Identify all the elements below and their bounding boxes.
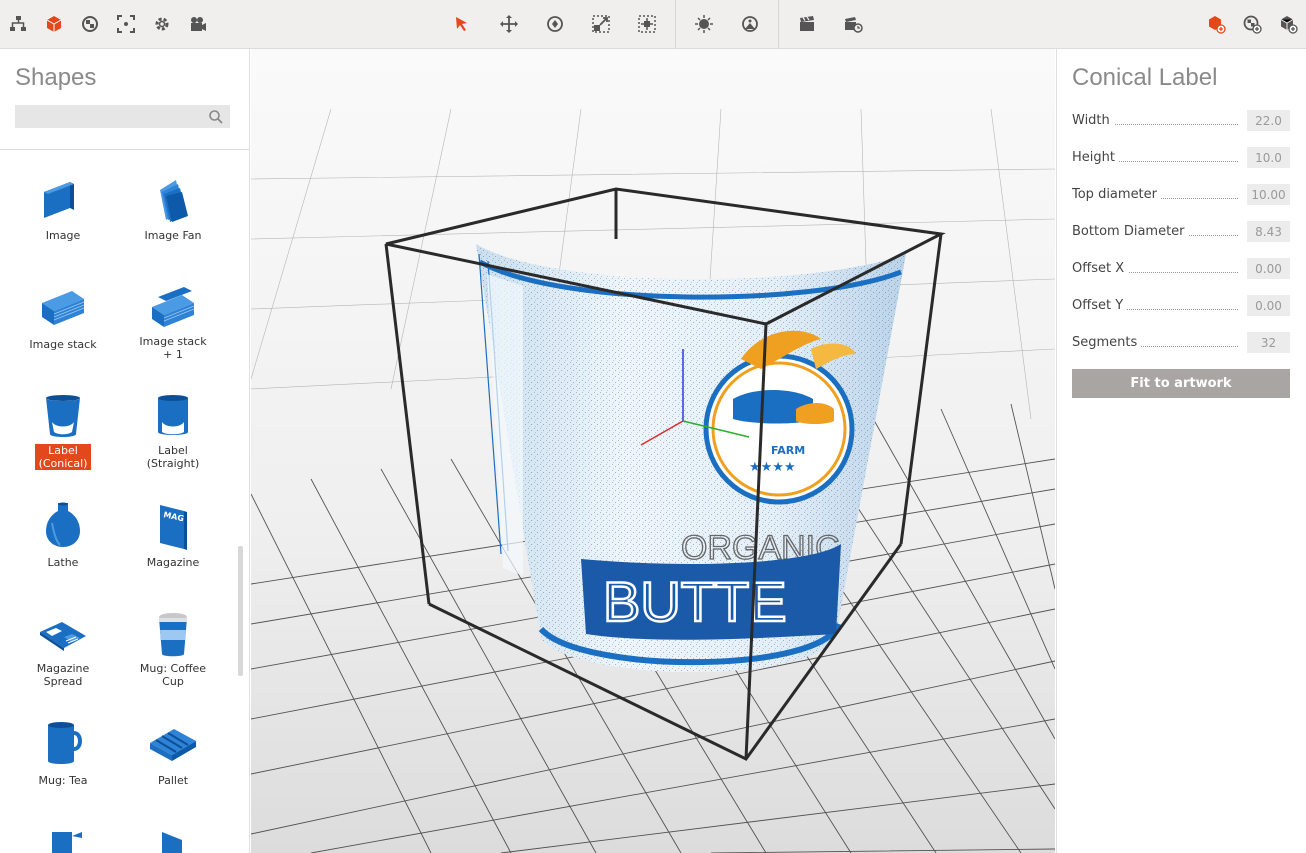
align-icon[interactable] — [632, 8, 662, 40]
bottom-diameter-field[interactable] — [1247, 221, 1290, 242]
shape-item-tea-mug[interactable]: Mug: Tea — [13, 719, 113, 788]
shape-item-coffee-cup[interactable]: Mug: Coffee Cup — [123, 610, 223, 689]
prop-row-offset-x: Offset X — [1072, 258, 1290, 280]
shape-label: Mug: Coffee Cup — [139, 662, 207, 688]
label-butter-text: BUTTE — [603, 570, 787, 633]
hierarchy-icon[interactable] — [3, 8, 33, 40]
logo-text: FARM — [771, 444, 805, 457]
prop-label: Segments — [1072, 335, 1142, 350]
shape-item-pallet[interactable]: Pallet — [123, 719, 223, 788]
image-icon — [44, 182, 74, 218]
prop-row-width: Width — [1072, 110, 1290, 132]
add-object-icon[interactable] — [1273, 8, 1303, 40]
image-stack-plus-icon — [152, 287, 195, 327]
shape-item-label-straight[interactable]: Label (Straight) — [123, 392, 223, 471]
prop-row-top-diameter: Top diameter — [1072, 184, 1290, 206]
shape-label: Label (Conical) — [34, 444, 92, 470]
shape-item-image-fan[interactable]: Image Fan — [123, 174, 223, 243]
fit-to-artwork-button[interactable]: Fit to artwork — [1072, 369, 1290, 398]
prop-label: Height — [1072, 150, 1119, 165]
prop-row-bottom-diameter: Bottom Diameter — [1072, 221, 1290, 243]
lathe-icon — [46, 502, 80, 547]
shape-item-partial[interactable] — [13, 826, 113, 853]
prop-label: Top diameter — [1072, 187, 1162, 202]
shapes-panel-title: Shapes — [15, 64, 97, 91]
pallet-icon — [150, 729, 196, 761]
light-bulb-icon[interactable] — [689, 8, 719, 40]
prop-label: Offset X — [1072, 261, 1129, 276]
clapper-icon[interactable] — [792, 8, 822, 40]
frame-icon[interactable] — [111, 8, 141, 40]
panel-divider — [0, 149, 249, 150]
shape-label: Label (Straight) — [146, 444, 200, 470]
shape-label: Magazine — [146, 556, 200, 569]
gear-icon[interactable] — [147, 8, 177, 40]
shape-label: Magazine Spread — [36, 662, 90, 688]
image-fan-icon — [160, 180, 188, 222]
add-material-icon[interactable] — [1237, 8, 1267, 40]
search-icon[interactable] — [207, 108, 225, 126]
shape-label: Pallet — [157, 774, 189, 787]
prop-row-segments: Segments — [1072, 332, 1290, 354]
shape-item-image-stack[interactable]: Image stack — [13, 283, 113, 352]
magazine-icon: MAG — [160, 505, 187, 550]
render-queue-icon[interactable] — [838, 8, 868, 40]
material-ball-icon[interactable] — [75, 8, 105, 40]
height-field[interactable] — [1247, 147, 1290, 168]
add-shape-icon[interactable] — [1201, 8, 1231, 40]
coffee-cup-icon — [159, 613, 187, 657]
shape-label: Image stack — [29, 338, 97, 351]
properties-panel-title: Conical Label — [1072, 64, 1218, 91]
magazine-spread-icon — [40, 622, 86, 651]
move-icon[interactable] — [494, 8, 524, 40]
environment-icon[interactable] — [735, 8, 765, 40]
shape-label: Image Fan — [144, 229, 202, 242]
select-arrow-icon[interactable] — [447, 8, 477, 40]
shape-label: Image stack + 1 — [139, 335, 207, 361]
prop-row-offset-y: Offset Y — [1072, 295, 1290, 317]
shapes-panel: Shapes Image Image Fan Image stack Image… — [0, 49, 250, 853]
toolbar-divider — [675, 0, 676, 49]
label-conical-icon — [46, 395, 80, 437]
shape-item-image-stack-plus[interactable]: Image stack + 1 — [123, 283, 223, 362]
shape-item-magazine-spread[interactable]: Magazine Spread — [13, 610, 113, 689]
3d-viewport[interactable]: FARM ★★★★ ORGANIC BUTTE — [251, 49, 1055, 853]
prop-row-height: Height — [1072, 147, 1290, 169]
shape-item-partial[interactable] — [123, 826, 223, 853]
segments-field[interactable] — [1247, 332, 1290, 353]
prop-label: Width — [1072, 113, 1114, 128]
width-field[interactable] — [1247, 110, 1290, 131]
shapes-scrollbar[interactable] — [238, 546, 243, 676]
prop-label: Bottom Diameter — [1072, 224, 1189, 239]
box-icon — [162, 832, 182, 853]
shape-item-magazine[interactable]: MAG Magazine — [123, 501, 223, 570]
logo-stars: ★★★★ — [749, 460, 796, 475]
toolbar-divider — [778, 0, 779, 49]
shape-item-label-conical[interactable]: Label (Conical) — [13, 392, 113, 471]
offset-x-field[interactable] — [1247, 258, 1290, 279]
shape-label: Mug: Tea — [38, 774, 88, 787]
rotate-icon[interactable] — [540, 8, 570, 40]
camera-icon[interactable] — [183, 8, 213, 40]
scale-icon[interactable] — [586, 8, 616, 40]
watering-can-icon — [52, 832, 82, 853]
prop-label: Offset Y — [1072, 298, 1128, 313]
shape-item-lathe[interactable]: Lathe — [13, 501, 113, 570]
image-stack-icon — [42, 291, 85, 325]
shapes-search-input[interactable] — [15, 105, 230, 128]
shape-item-image[interactable]: Image — [13, 174, 113, 243]
label-straight-icon — [158, 395, 188, 435]
cube-icon[interactable] — [39, 8, 69, 40]
offset-y-field[interactable] — [1247, 295, 1290, 316]
shape-label: Image — [45, 229, 81, 242]
properties-panel: Conical Label Width Height Top diameter … — [1056, 49, 1306, 853]
top-toolbar — [0, 0, 1306, 49]
top-diameter-field[interactable] — [1247, 184, 1290, 205]
tea-mug-icon — [48, 722, 82, 764]
shape-label: Lathe — [47, 556, 79, 569]
